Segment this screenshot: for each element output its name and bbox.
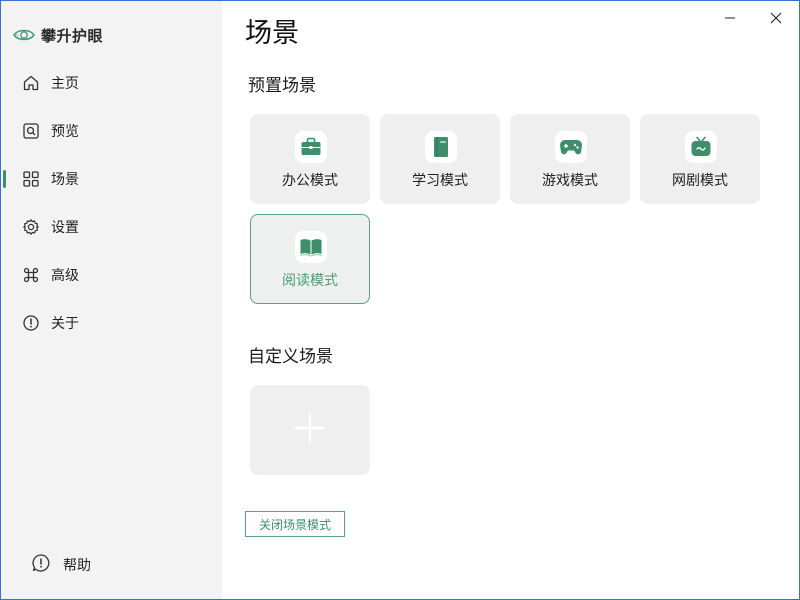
sidebar-item-label: 预览: [51, 124, 79, 140]
minimize-icon: [724, 9, 736, 28]
sidebar-item-label: 场景: [51, 172, 79, 188]
book-icon: [425, 131, 457, 163]
gear-icon: [21, 217, 41, 237]
home-icon: [21, 73, 41, 93]
sidebar-item-label: 高级: [51, 268, 79, 284]
open-book-icon: [295, 231, 327, 263]
sidebar-item-label: 主页: [51, 76, 79, 92]
preset-section-title: 预置场景: [248, 76, 316, 96]
plus-icon: [294, 412, 326, 448]
briefcase-icon: [295, 131, 327, 163]
scene-card-label: 阅读模式: [282, 273, 338, 289]
preview-icon: [21, 121, 41, 141]
custom-section-title: 自定义场景: [248, 347, 333, 367]
scene-card-reading[interactable]: 阅读模式: [250, 214, 370, 304]
close-scene-mode-button[interactable]: 关闭场景模式: [245, 511, 345, 537]
grid-icon: [21, 169, 41, 189]
sidebar: 攀升护眼 主页 预览 场景 设置 高级 关于 帮助: [1, 1, 222, 599]
sidebar-nav: 主页 预览 场景 设置 高级 关于: [1, 59, 222, 347]
command-icon: [21, 265, 41, 285]
app-title: 攀升护眼: [41, 26, 104, 45]
help-button[interactable]: 帮助: [31, 553, 91, 577]
scene-card-drama[interactable]: 网剧模式: [640, 114, 760, 204]
scene-card-game[interactable]: 游戏模式: [510, 114, 630, 204]
sidebar-item-about[interactable]: 关于: [1, 299, 222, 347]
scene-card-label: 办公模式: [282, 173, 338, 189]
scene-card-label: 学习模式: [412, 173, 468, 189]
scene-card-study[interactable]: 学习模式: [380, 114, 500, 204]
eye-logo-icon: [13, 24, 35, 46]
sidebar-item-advanced[interactable]: 高级: [1, 251, 222, 299]
page-title: 场景: [245, 18, 299, 49]
scene-card-label: 游戏模式: [542, 173, 598, 189]
sidebar-item-settings[interactable]: 设置: [1, 203, 222, 251]
close-button[interactable]: [753, 5, 799, 31]
help-icon: [31, 553, 51, 577]
sidebar-item-label: 关于: [51, 316, 79, 332]
sidebar-item-label: 设置: [51, 220, 79, 236]
brand: 攀升护眼: [13, 23, 103, 47]
info-icon: [21, 313, 41, 333]
help-label: 帮助: [63, 558, 91, 574]
gamepad-icon: [555, 131, 587, 163]
sidebar-item-home[interactable]: 主页: [1, 59, 222, 107]
app-window: 攀升护眼 主页 预览 场景 设置 高级 关于 帮助 场景 预置场景 办公模式 学…: [0, 0, 800, 600]
add-custom-scene-button[interactable]: [250, 385, 370, 475]
close-icon: [770, 9, 782, 28]
scene-card-office[interactable]: 办公模式: [250, 114, 370, 204]
sidebar-item-preview[interactable]: 预览: [1, 107, 222, 155]
minimize-button[interactable]: [707, 5, 753, 31]
scene-card-label: 网剧模式: [672, 173, 728, 189]
sidebar-item-scene[interactable]: 场景: [1, 155, 222, 203]
tv-icon: [685, 131, 717, 163]
